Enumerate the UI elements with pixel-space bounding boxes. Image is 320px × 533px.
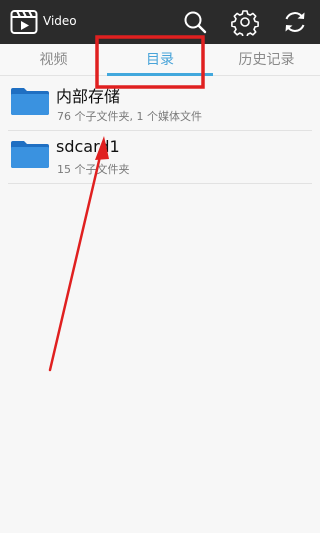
list-item[interactable]: sdcard1 15 个子文件夹 (0, 131, 320, 184)
app-title: Video (43, 14, 77, 28)
folder-icon (10, 86, 50, 116)
tab-directory[interactable]: 目录 (107, 44, 213, 76)
settings-button[interactable] (231, 8, 259, 36)
folder-icon (10, 139, 50, 169)
active-tab-indicator (107, 73, 213, 76)
top-bar: Video (0, 0, 320, 44)
search-icon (184, 11, 207, 34)
tab-videos[interactable]: 视频 (0, 44, 107, 76)
folder-name: 内部存储 (56, 87, 121, 106)
tab-history[interactable]: 历史记录 (213, 44, 320, 76)
tab-bar: 视频 目录 历史记录 (0, 44, 320, 76)
gear-icon (231, 10, 259, 36)
refresh-icon (285, 12, 305, 32)
folder-detail: 76 个子文件夹, 1 个媒体文件 (57, 110, 202, 123)
list-item[interactable]: 内部存储 76 个子文件夹, 1 个媒体文件 (0, 77, 320, 130)
refresh-button[interactable] (281, 8, 309, 36)
search-button[interactable] (181, 8, 209, 36)
folder-detail: 15 个子文件夹 (57, 163, 130, 176)
folder-name: sdcard1 (56, 137, 120, 156)
divider (8, 183, 312, 184)
video-logo-icon (10, 8, 38, 36)
